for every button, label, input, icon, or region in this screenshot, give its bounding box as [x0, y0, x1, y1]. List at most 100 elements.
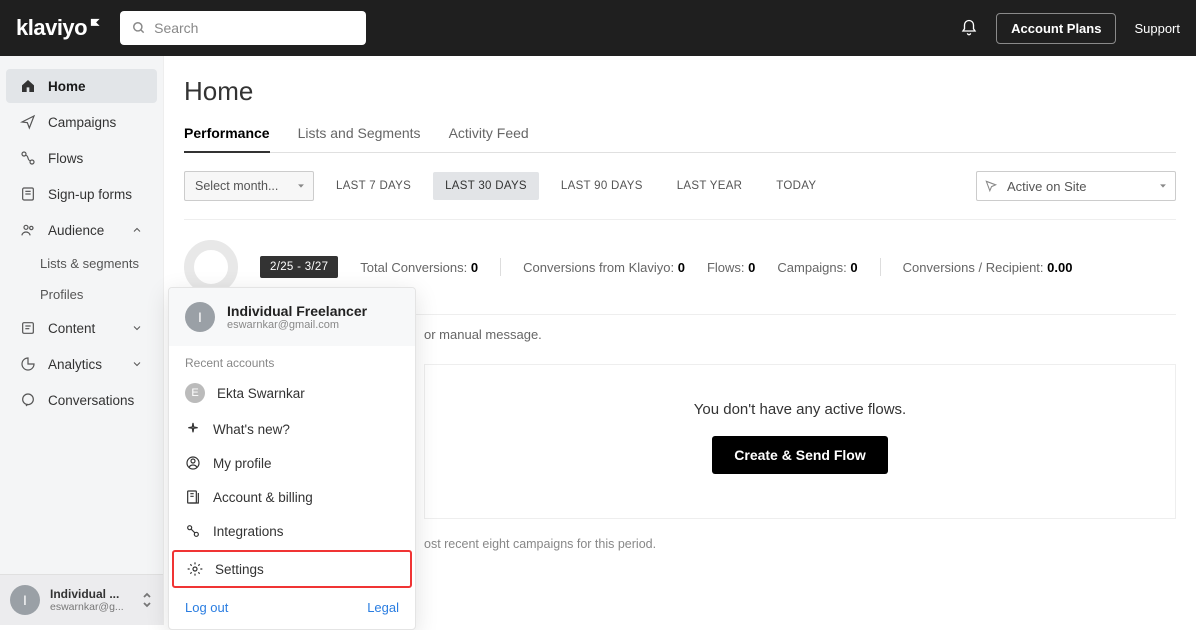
- create-flow-button[interactable]: Create & Send Flow: [712, 436, 887, 474]
- account-switcher[interactable]: I Individual ... eswarnkar@g...: [0, 574, 163, 625]
- stat-from-klaviyo: Conversions from Klaviyo: 0: [523, 260, 685, 275]
- account-plans-button[interactable]: Account Plans: [996, 13, 1116, 44]
- analytics-icon: [20, 356, 36, 372]
- home-icon: [20, 78, 36, 94]
- sidebar-item-label: Conversations: [48, 393, 134, 408]
- range-last-90-days[interactable]: LAST 90 DAYS: [549, 172, 655, 200]
- billing-icon: [185, 489, 201, 505]
- stat-total-conversions: Total Conversions: 0: [360, 260, 478, 275]
- flow-icon: [20, 150, 36, 166]
- sidebar-item-conversations[interactable]: Conversations: [6, 383, 157, 417]
- menu-item-label: My profile: [213, 456, 272, 471]
- stat-label: Conversions / Recipient:: [903, 260, 1044, 275]
- metric-select[interactable]: Active on Site: [976, 171, 1176, 201]
- account-email: eswarnkar@g...: [50, 601, 130, 613]
- tab-performance[interactable]: Performance: [184, 125, 270, 153]
- popup-account-email: eswarnkar@gmail.com: [227, 319, 367, 331]
- month-select[interactable]: Select month...: [184, 171, 314, 201]
- stat-per-recipient: Conversions / Recipient: 0.00: [903, 260, 1073, 275]
- account-name: Individual ...: [50, 587, 130, 601]
- range-today[interactable]: TODAY: [764, 172, 828, 200]
- recent-account-item[interactable]: E Ekta Swarnkar: [169, 374, 415, 412]
- sidebar-item-analytics[interactable]: Analytics: [6, 347, 157, 381]
- form-icon: [20, 186, 36, 202]
- filter-bar: Select month... LAST 7 DAYS LAST 30 DAYS…: [184, 153, 1176, 220]
- sidebar-item-signup-forms[interactable]: Sign-up forms: [6, 177, 157, 211]
- stat-value: 0: [678, 260, 685, 275]
- logo[interactable]: klaviyo: [16, 15, 104, 41]
- metric-select-label: Active on Site: [976, 171, 1176, 201]
- content-icon: [20, 320, 36, 336]
- date-range-pill: 2/25 - 3/27: [260, 256, 338, 278]
- sidebar-item-label: Content: [48, 321, 95, 336]
- stat-campaigns: Campaigns: 0: [777, 260, 857, 275]
- updown-icon: [141, 592, 153, 608]
- top-right: Account Plans Support: [960, 13, 1180, 44]
- donut-chart: [184, 240, 238, 294]
- menu-item-label: What's new?: [213, 422, 290, 437]
- tabs: Performance Lists and Segments Activity …: [184, 125, 1176, 153]
- avatar: I: [185, 302, 215, 332]
- empty-flows-card: You don't have any active flows. Create …: [424, 364, 1176, 519]
- stat-value: 0: [748, 260, 755, 275]
- divider: [880, 258, 881, 276]
- recent-account-name: Ekta Swarnkar: [217, 386, 305, 401]
- menu-integrations[interactable]: Integrations: [169, 514, 415, 548]
- cursor-icon: [984, 179, 998, 193]
- chat-icon: [20, 392, 36, 408]
- sidebar-item-audience[interactable]: Audience: [6, 213, 157, 247]
- search-field[interactable]: [120, 11, 366, 45]
- audience-icon: [20, 222, 36, 238]
- sidebar-item-label: Audience: [48, 223, 104, 238]
- menu-settings[interactable]: Settings: [172, 550, 412, 588]
- sidebar-item-label: Campaigns: [48, 115, 116, 130]
- menu-item-label: Integrations: [213, 524, 284, 539]
- gear-icon: [187, 561, 203, 577]
- menu-whats-new[interactable]: What's new?: [169, 412, 415, 446]
- sidebar-item-content[interactable]: Content: [6, 311, 157, 345]
- popup-header: I Individual Freelancer eswarnkar@gmail.…: [169, 288, 415, 346]
- avatar: E: [185, 383, 205, 403]
- chevron-down-icon: [131, 358, 143, 370]
- notifications-icon[interactable]: [960, 19, 978, 37]
- range-last-year[interactable]: LAST YEAR: [665, 172, 755, 200]
- recent-accounts-label: Recent accounts: [169, 346, 415, 374]
- chevron-down-icon: [131, 322, 143, 334]
- sidebar-item-campaigns[interactable]: Campaigns: [6, 105, 157, 139]
- sidebar: Home Campaigns Flows Sign-up forms Audie…: [0, 56, 164, 625]
- stat-label: Conversions from Klaviyo:: [523, 260, 674, 275]
- range-last-7-days[interactable]: LAST 7 DAYS: [324, 172, 423, 200]
- search-icon: [132, 21, 146, 35]
- menu-my-profile[interactable]: My profile: [169, 446, 415, 480]
- partial-text-below: ost recent eight campaigns for this peri…: [424, 519, 1176, 551]
- search-input[interactable]: [120, 11, 366, 45]
- flag-icon: [90, 18, 104, 32]
- account-menu-popup: I Individual Freelancer eswarnkar@gmail.…: [168, 287, 416, 630]
- sidebar-item-lists-segments[interactable]: Lists & segments: [0, 248, 163, 279]
- menu-item-label: Settings: [215, 562, 264, 577]
- integrations-icon: [185, 523, 201, 539]
- sidebar-item-label: Sign-up forms: [48, 187, 132, 202]
- menu-account-billing[interactable]: Account & billing: [169, 480, 415, 514]
- range-last-30-days[interactable]: LAST 30 DAYS: [433, 172, 539, 200]
- legal-link[interactable]: Legal: [367, 600, 399, 615]
- stat-value: 0: [471, 260, 478, 275]
- logout-link[interactable]: Log out: [185, 600, 228, 615]
- stat-value: 0.00: [1047, 260, 1072, 275]
- sidebar-item-profiles[interactable]: Profiles: [0, 279, 163, 310]
- stat-label: Total Conversions:: [360, 260, 467, 275]
- sidebar-item-label: Flows: [48, 151, 83, 166]
- divider: [500, 258, 501, 276]
- page-title: Home: [184, 76, 1176, 107]
- support-link[interactable]: Support: [1134, 21, 1180, 36]
- sidebar-item-flows[interactable]: Flows: [6, 141, 157, 175]
- sidebar-item-home[interactable]: Home: [6, 69, 157, 103]
- stat-label: Campaigns:: [777, 260, 846, 275]
- profile-icon: [185, 455, 201, 471]
- tab-activity-feed[interactable]: Activity Feed: [449, 125, 529, 152]
- empty-state-text: You don't have any active flows.: [694, 401, 906, 418]
- tab-lists-segments[interactable]: Lists and Segments: [298, 125, 421, 152]
- stat-flows: Flows: 0: [707, 260, 755, 275]
- popup-footer: Log out Legal: [169, 590, 415, 629]
- month-select-label: Select month...: [184, 171, 314, 201]
